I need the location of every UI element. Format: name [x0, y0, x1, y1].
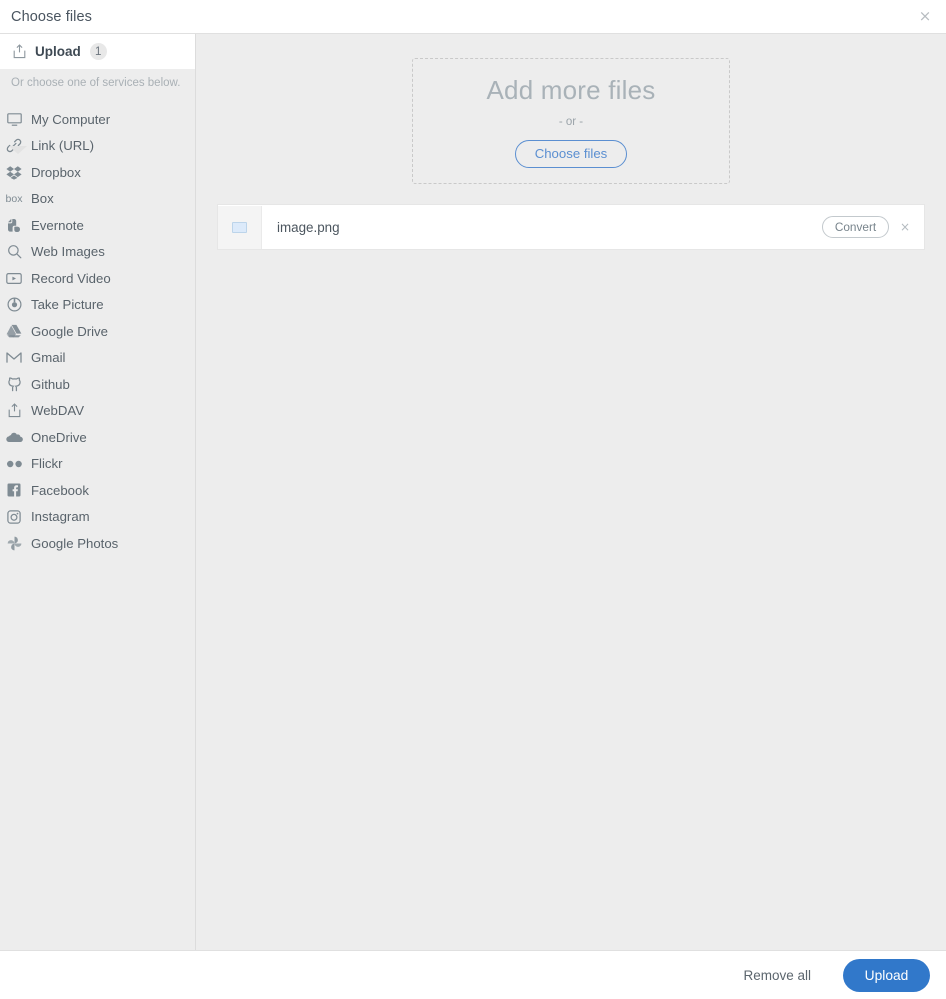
sidebar-item-github[interactable]: Github — [0, 371, 195, 398]
sidebar-item-label: Instagram — [31, 509, 90, 525]
gmail-icon — [3, 351, 25, 364]
sidebar-item-google-photos[interactable]: Google Photos — [0, 530, 195, 557]
sidebar-item-label: WebDAV — [31, 403, 85, 419]
sidebar-item-label: Google Photos — [31, 535, 119, 551]
dropzone-or-text: - or - — [558, 115, 584, 128]
onedrive-icon — [3, 432, 25, 443]
file-row: image.png Convert × — [217, 204, 925, 250]
evernote-icon — [3, 218, 25, 233]
tab-pointer-triangle — [9, 146, 27, 154]
sidebar-item-gmail[interactable]: Gmail — [0, 345, 195, 372]
sidebar-item-label: Box — [31, 191, 54, 207]
sidebar-item-google-drive[interactable]: Google Drive — [0, 318, 195, 345]
sidebar-item-onedrive[interactable]: OneDrive — [0, 424, 195, 451]
sidebar-item-label: Gmail — [31, 350, 66, 366]
google-drive-icon — [3, 324, 25, 338]
webdav-icon — [3, 403, 25, 418]
sidebar-item-label: Google Drive — [31, 323, 108, 339]
dropzone[interactable]: Add more files - or - Choose files — [412, 58, 730, 184]
sidebar-item-label: Evernote — [31, 217, 84, 233]
camera-icon — [3, 297, 25, 312]
sidebar-item-label: Flickr — [31, 456, 63, 472]
upload-count-badge: 1 — [89, 43, 107, 60]
sidebar-item-link-url[interactable]: Link (URL) — [0, 133, 195, 160]
facebook-icon — [3, 483, 25, 497]
image-placeholder-icon — [232, 221, 247, 233]
dropzone-title: Add more files — [486, 74, 656, 105]
sidebar-item-web-images[interactable]: Web Images — [0, 239, 195, 266]
sidebar-item-label: Facebook — [31, 482, 89, 498]
sidebar: Upload 1 Or choose one of services below… — [0, 34, 196, 950]
dialog-body: Upload 1 Or choose one of services below… — [0, 34, 946, 950]
sidebar-tab-upload-label: Upload — [35, 44, 81, 59]
sidebar-item-instagram[interactable]: Instagram — [0, 504, 195, 531]
google-photos-icon — [3, 536, 25, 551]
file-thumbnail — [218, 205, 262, 249]
remove-file-icon[interactable]: × — [898, 220, 912, 234]
instagram-icon — [3, 510, 25, 524]
sidebar-item-dropbox[interactable]: Dropbox — [0, 159, 195, 186]
flickr-icon — [3, 460, 25, 468]
dialog-header: Choose files × — [0, 0, 946, 34]
services-note: Or choose one of services below. — [0, 69, 195, 96]
sidebar-item-my-computer[interactable]: My Computer — [0, 106, 195, 133]
dropbox-icon — [3, 165, 25, 180]
sidebar-item-record-video[interactable]: Record Video — [0, 265, 195, 292]
video-icon — [3, 272, 25, 285]
choose-files-button[interactable]: Choose files — [515, 139, 627, 168]
sidebar-item-label: Web Images — [31, 244, 105, 260]
github-icon — [3, 377, 25, 392]
remove-all-button[interactable]: Remove all — [737, 967, 817, 984]
sidebar-item-box[interactable]: box Box — [0, 186, 195, 213]
close-icon[interactable]: × — [916, 8, 934, 26]
choose-files-dialog: Choose files × Upload 1 Or choose one of… — [0, 0, 946, 999]
convert-button[interactable]: Convert — [822, 216, 889, 238]
sidebar-item-label: OneDrive — [31, 429, 87, 445]
dialog-title: Choose files — [11, 8, 92, 25]
dialog-footer: Remove all Upload — [0, 950, 946, 999]
sidebar-item-webdav[interactable]: WebDAV — [0, 398, 195, 425]
sidebar-item-evernote[interactable]: Evernote — [0, 212, 195, 239]
sidebar-item-flickr[interactable]: Flickr — [0, 451, 195, 478]
sidebar-item-label: Record Video — [31, 270, 111, 286]
sidebar-item-label: Link (URL) — [31, 138, 95, 154]
sidebar-item-label: My Computer — [31, 111, 111, 127]
file-name: image.png — [277, 219, 340, 235]
upload-button[interactable]: Upload — [843, 958, 930, 992]
sidebar-item-label: Github — [31, 376, 70, 392]
main-content: Add more files - or - Choose files image… — [196, 34, 946, 950]
monitor-icon — [3, 112, 25, 126]
sidebar-item-facebook[interactable]: Facebook — [0, 477, 195, 504]
sidebar-item-take-picture[interactable]: Take Picture — [0, 292, 195, 319]
sidebar-item-label: Dropbox — [31, 164, 81, 180]
search-icon — [3, 244, 25, 259]
sidebar-tab-upload[interactable]: Upload 1 — [0, 34, 195, 69]
file-list: image.png Convert × — [196, 204, 946, 250]
service-list: My Computer Link (URL) Dropbox box Box E… — [0, 106, 195, 557]
upload-icon — [8, 44, 30, 59]
sidebar-item-label: Take Picture — [31, 297, 104, 313]
box-icon: box — [5, 192, 23, 205]
